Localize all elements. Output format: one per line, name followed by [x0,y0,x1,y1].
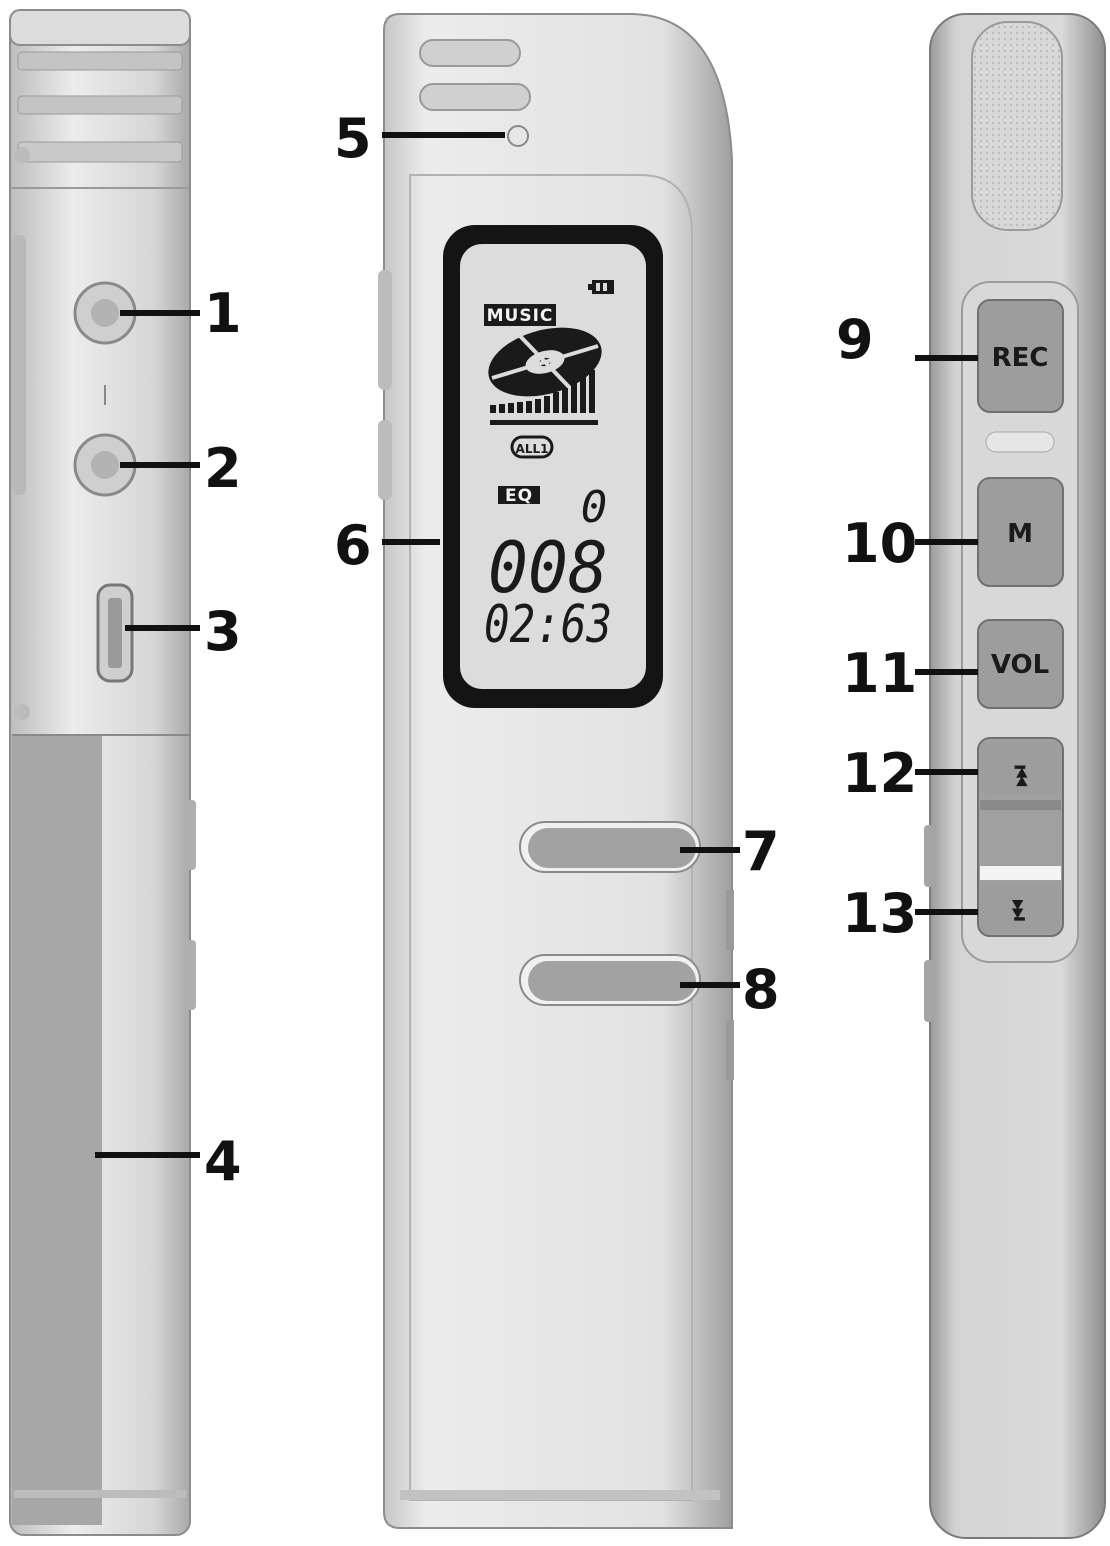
callout-13: 13 [842,882,917,945]
led-indicator [507,125,529,147]
speaker-slot [419,39,521,67]
callout-5: 5 [334,107,372,170]
callout-12: 12 [842,742,917,805]
lcd-mode-tag: MUSIC [487,306,554,326]
callout-11: 11 [842,642,917,705]
lcd-eq-tag: EQ [505,486,533,506]
voice-recorder-diagram: MUSIC ALL1 EQ 0 008 02:63 REC M VOL ⏮ ⏭ … [9,9,1106,1539]
lcd-eq-value: 0 [581,482,608,533]
callout-1: 1 [204,282,242,345]
callout-6: 6 [334,514,372,577]
next-icon: ⏭ [1006,899,1034,921]
mic-mesh [971,21,1063,231]
lcd-time: 02:63 [484,595,612,655]
callout-9: 9 [836,308,874,371]
callout-4: 4 [204,1130,242,1193]
side-view-left [9,9,196,1536]
side-view-right: REC M VOL ⏮ ⏭ [924,13,1106,1539]
speaker-slot [419,83,531,111]
callout-10: 10 [842,512,917,575]
callout-7: 7 [742,820,780,883]
callout-3: 3 [204,600,242,663]
prev-icon: ⏮ [1006,765,1034,787]
callout-8: 8 [742,958,780,1021]
rec-button-label: REC [992,343,1049,373]
battery-cover [12,735,102,1525]
left-mic-head [9,9,191,46]
vol-button-label: VOL [991,650,1049,680]
lcd-repeat-tag: ALL1 [516,442,549,456]
callout-2: 2 [204,437,242,500]
menu-button-label: M [1007,519,1033,549]
front-view: MUSIC ALL1 EQ 0 008 02:63 [378,13,734,1529]
